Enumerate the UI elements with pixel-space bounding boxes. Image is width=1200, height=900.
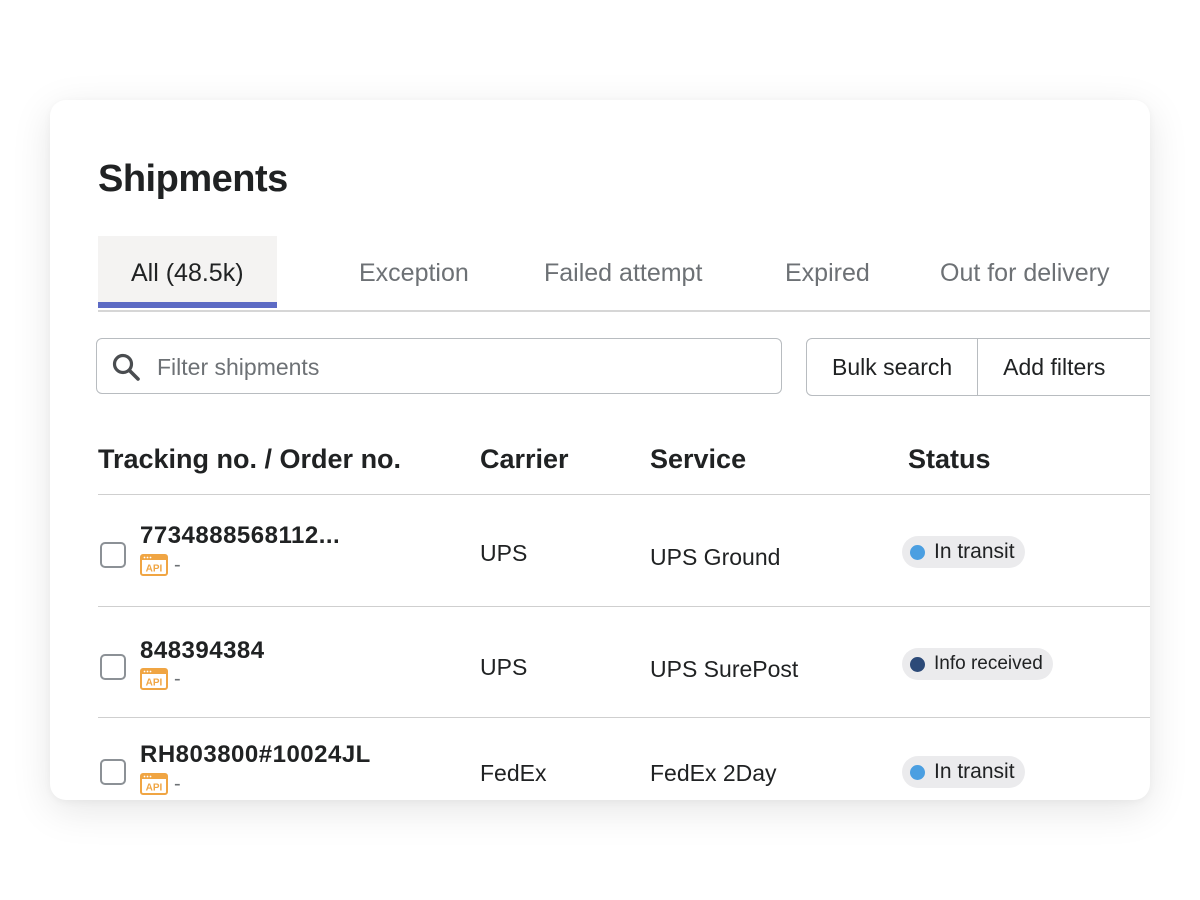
table-row[interactable]: 848394384 API - UPS UPS SurePost Info re… [98,608,1150,718]
tab-all[interactable]: All (48.5k) [98,236,277,308]
svg-text:API: API [146,564,163,575]
bulk-search-button[interactable]: Bulk search [807,339,977,395]
api-source-icon: API [140,773,168,795]
filter-search-box[interactable] [96,338,782,394]
page-title: Shipments [98,158,288,200]
add-filters-button[interactable]: Add filters [977,339,1130,395]
column-header-service[interactable]: Service [650,444,746,475]
row-checkbox[interactable] [100,654,126,680]
search-icon [112,353,140,381]
table-row[interactable]: 7734888568112... API - UPS UPS Ground In… [98,496,1150,607]
service-cell: UPS Ground [650,544,781,570]
row-checkbox[interactable] [100,542,126,568]
order-number: - [174,773,181,795]
order-number: - [174,554,181,576]
status-label: In transit [934,540,1015,563]
api-source-icon: API [140,554,168,576]
status-badge: Info received [902,648,1053,680]
table-row[interactable]: RH803800#10024JL API - FedEx FedEx 2Day … [98,719,1150,800]
order-number: - [174,668,181,690]
status-badge: In transit [902,756,1025,788]
status-dot-icon [910,656,925,672]
svg-text:API: API [146,678,163,689]
column-header-tracking[interactable]: Tracking no. / Order no. [98,444,401,475]
tab-expired[interactable]: Expired [785,236,870,308]
tab-out-for-delivery[interactable]: Out for delivery [940,236,1110,308]
filter-button-group: Bulk search Add filters [806,338,1150,396]
api-source-icon: API [140,668,168,690]
carrier-cell: UPS [480,654,528,680]
tracking-number[interactable]: RH803800#10024JL [140,741,371,769]
column-header-status[interactable]: Status [908,444,991,475]
svg-text:API: API [146,783,163,794]
tracking-number[interactable]: 7734888568112... [140,522,340,550]
carrier-cell: UPS [480,540,528,566]
carrier-cell: FedEx [480,760,547,786]
status-badge: In transit [902,536,1025,568]
status-dot-icon [910,764,925,780]
column-header-carrier[interactable]: Carrier [480,444,569,475]
shipments-card: Shipments All (48.5k) Exception Failed a… [50,100,1150,800]
service-cell: UPS SurePost [650,656,799,682]
status-label: In transit [934,760,1015,783]
table-header: Tracking no. / Order no. Carrier Service… [98,426,1150,495]
row-checkbox[interactable] [100,759,126,785]
status-tabs: All (48.5k) Exception Failed attempt Exp… [98,236,1150,312]
tracking-number[interactable]: 848394384 [140,637,265,665]
tab-failed-attempt[interactable]: Failed attempt [544,236,702,308]
status-dot-icon [910,544,925,560]
tab-exception[interactable]: Exception [359,236,469,308]
status-label: Info received [934,653,1043,674]
filter-shipments-input[interactable] [155,347,759,387]
service-cell: FedEx 2Day [650,760,777,786]
